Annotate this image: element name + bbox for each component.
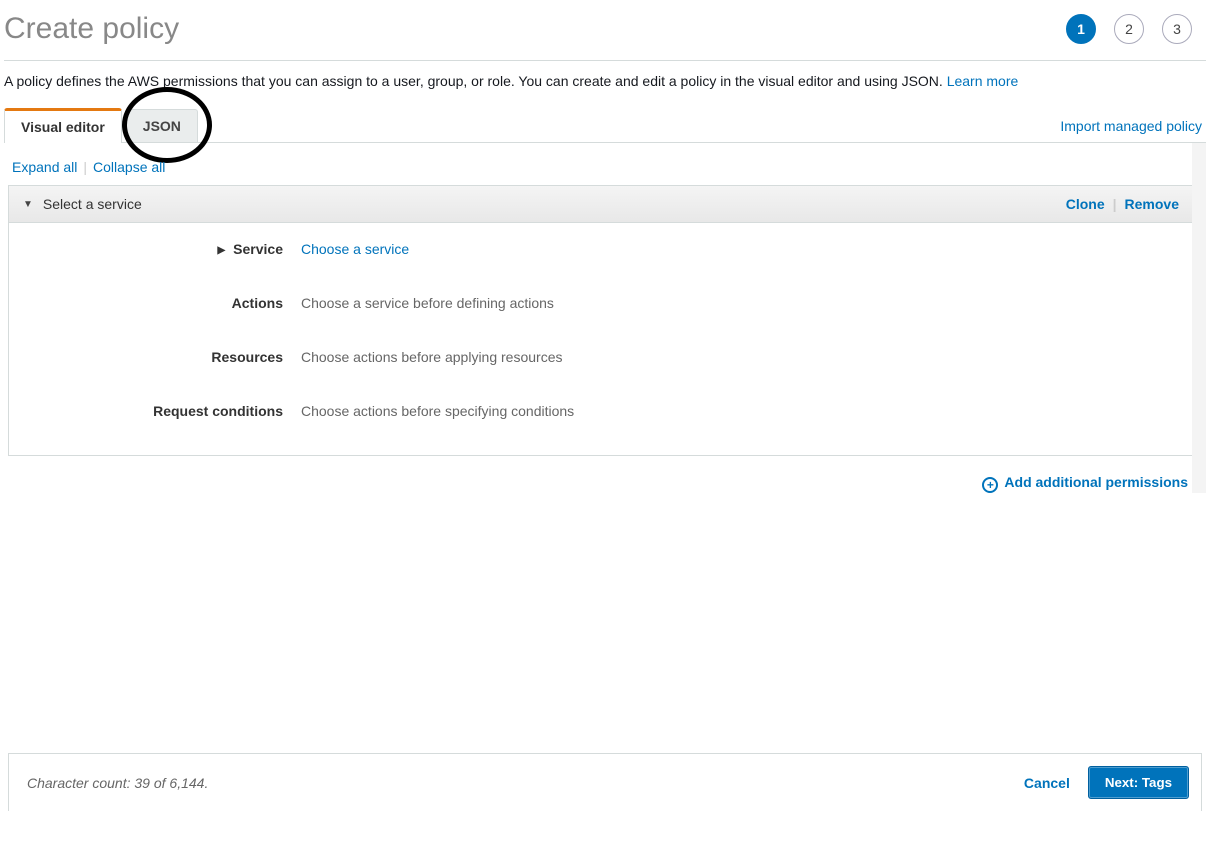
separator: | xyxy=(1113,196,1117,212)
footer-bar: Character count: 39 of 6,144. Cancel Nex… xyxy=(8,753,1202,811)
caret-right-icon: ▶ xyxy=(217,245,225,256)
actions-value: Choose a service before defining actions xyxy=(301,295,554,311)
cancel-button[interactable]: Cancel xyxy=(1006,767,1088,799)
add-permissions-row: + Add additional permissions xyxy=(8,456,1206,493)
step-1[interactable]: 1 xyxy=(1066,14,1096,44)
service-panel: ▼ Select a service Clone | Remove ▶Servi… xyxy=(8,185,1194,456)
choose-service-link[interactable]: Choose a service xyxy=(301,241,409,257)
scrollbar-track[interactable] xyxy=(1192,143,1206,493)
resources-value: Choose actions before applying resources xyxy=(301,349,563,365)
plus-circle-icon: + xyxy=(982,477,998,493)
tabs-row: Visual editor JSON Import managed policy xyxy=(4,107,1206,143)
service-panel-body: ▶Service Choose a service Actions Choose… xyxy=(9,223,1193,455)
separator: | xyxy=(83,159,87,175)
resources-label: Resources xyxy=(25,349,301,365)
page-header: Create policy 1 2 3 xyxy=(4,4,1206,60)
policy-description: A policy defines the AWS permissions tha… xyxy=(4,73,1206,107)
expand-collapse-row: Expand all | Collapse all xyxy=(8,155,1206,185)
description-text: A policy defines the AWS permissions tha… xyxy=(4,73,947,89)
step-2[interactable]: 2 xyxy=(1114,14,1144,44)
service-label: ▶Service xyxy=(25,241,301,257)
remove-link[interactable]: Remove xyxy=(1125,196,1179,212)
conditions-value: Choose actions before specifying conditi… xyxy=(301,403,574,419)
character-count: Character count: 39 of 6,144. xyxy=(21,775,1006,791)
step-3[interactable]: 3 xyxy=(1162,14,1192,44)
resources-row: Resources Choose actions before applying… xyxy=(25,349,1177,365)
next-tags-button[interactable]: Next: Tags xyxy=(1088,766,1189,799)
tab-json[interactable]: JSON xyxy=(126,109,198,142)
tab-visual-editor[interactable]: Visual editor xyxy=(4,108,122,143)
service-row: ▶Service Choose a service xyxy=(25,241,1177,257)
actions-label: Actions xyxy=(25,295,301,311)
import-managed-policy-link[interactable]: Import managed policy xyxy=(1056,110,1206,142)
learn-more-link[interactable]: Learn more xyxy=(947,73,1019,89)
conditions-row: Request conditions Choose actions before… xyxy=(25,403,1177,419)
header-divider xyxy=(4,60,1206,61)
service-panel-title: Select a service xyxy=(43,196,1056,212)
service-panel-header[interactable]: ▼ Select a service Clone | Remove xyxy=(9,186,1193,223)
caret-down-icon: ▼ xyxy=(23,199,33,210)
actions-row: Actions Choose a service before defining… xyxy=(25,295,1177,311)
clone-link[interactable]: Clone xyxy=(1066,196,1105,212)
collapse-all-link[interactable]: Collapse all xyxy=(93,159,165,175)
step-indicator: 1 2 3 xyxy=(1066,14,1206,44)
page-title: Create policy xyxy=(4,12,179,46)
conditions-label: Request conditions xyxy=(25,403,301,419)
expand-all-link[interactable]: Expand all xyxy=(12,159,77,175)
add-additional-permissions-link[interactable]: Add additional permissions xyxy=(1004,474,1188,490)
